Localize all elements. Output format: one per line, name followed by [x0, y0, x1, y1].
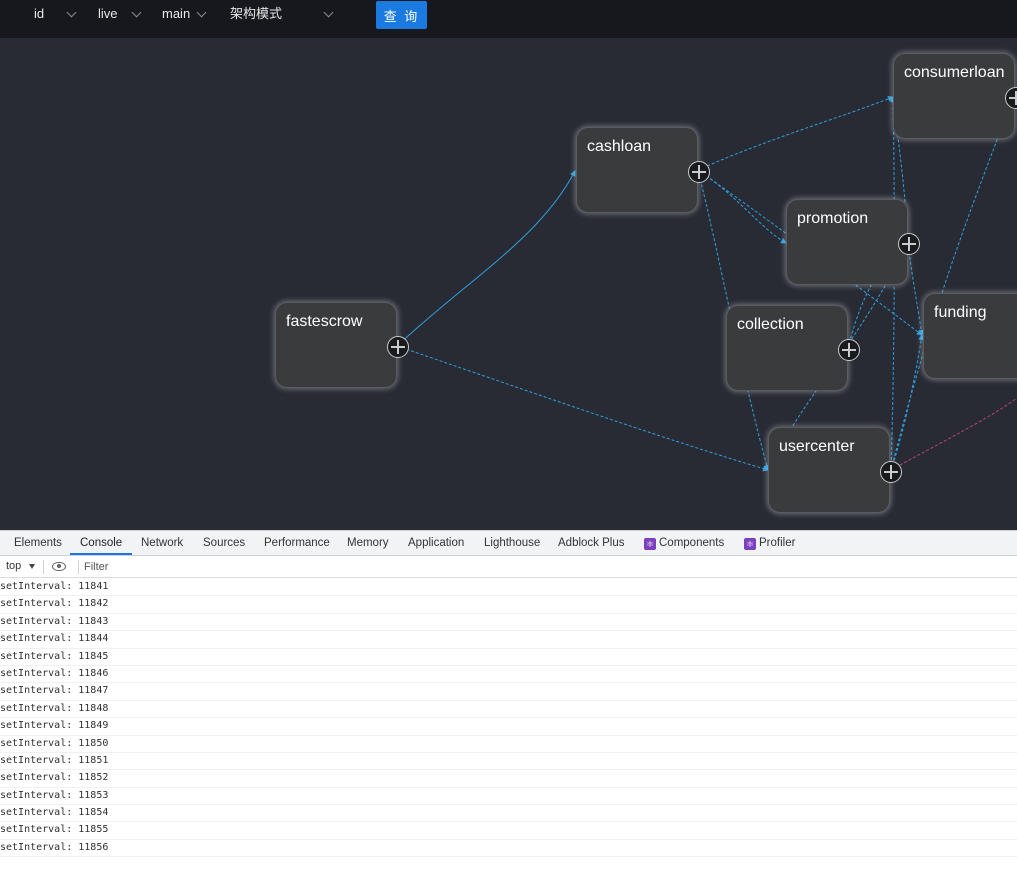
- tab-elements[interactable]: Elements: [14, 531, 62, 555]
- console-message: setInterval: 11851: [0, 753, 1017, 771]
- node-cashloan[interactable]: cashloan: [576, 127, 710, 213]
- console-message: setInterval: 11849: [0, 718, 1017, 736]
- devtools-panel: Elements Console Network Sources Perform…: [0, 530, 1017, 870]
- divider: [78, 560, 79, 574]
- console-filter-input[interactable]: [84, 558, 684, 576]
- tab-profiler[interactable]: ⚛ Profiler: [744, 531, 795, 555]
- mode-select-value: 架构模式: [230, 6, 283, 21]
- console-message: setInterval: 11848: [0, 701, 1017, 719]
- tab-lighthouse[interactable]: Lighthouse: [484, 531, 540, 555]
- console-message: setInterval: 11843: [0, 614, 1017, 632]
- node-label: fastescrow: [286, 313, 363, 330]
- tab-network[interactable]: Network: [141, 531, 183, 555]
- react-icon: ⚛: [644, 538, 656, 550]
- edge-cashloan-promotion: [697, 169, 787, 244]
- node-consumerloan[interactable]: consumerloan: [893, 53, 1017, 139]
- node-label: funding: [934, 304, 987, 321]
- add-port-icon[interactable]: [898, 233, 920, 255]
- branch-select[interactable]: main: [162, 0, 212, 30]
- node-promotion[interactable]: promotion: [786, 199, 920, 285]
- chevron-down-icon: [131, 7, 142, 18]
- query-button[interactable]: 查 询: [376, 1, 427, 29]
- node-label: cashloan: [587, 138, 652, 155]
- edge-promotion-funding: [907, 241, 925, 336]
- edge-fastescrow-cashloan: [396, 170, 576, 347]
- tab-sources[interactable]: Sources: [203, 531, 245, 555]
- mode-select[interactable]: 架构模式: [230, 0, 340, 30]
- add-port-icon[interactable]: [880, 461, 902, 483]
- id-select[interactable]: id: [34, 0, 84, 30]
- add-port-icon[interactable]: [1005, 87, 1017, 109]
- tab-adblock-plus[interactable]: Adblock Plus: [558, 531, 624, 555]
- react-icon: ⚛: [744, 538, 756, 550]
- caret-down-icon: [29, 564, 35, 569]
- eye-icon[interactable]: [52, 562, 66, 571]
- env-select-value: live: [98, 6, 118, 21]
- console-message: setInterval: 11852: [0, 770, 1017, 788]
- env-select[interactable]: live: [98, 0, 146, 30]
- add-port-icon[interactable]: [387, 336, 409, 358]
- console-message: setInterval: 11854: [0, 805, 1017, 823]
- console-message: setInterval: 11842: [0, 596, 1017, 614]
- add-port-icon[interactable]: [838, 339, 860, 361]
- node-label: promotion: [797, 210, 869, 227]
- chevron-down-icon: [323, 7, 334, 18]
- edge-consumerloan-usercenter: [890, 96, 1014, 471]
- console-message: setInterval: 11844: [0, 631, 1017, 649]
- console-message: setInterval: 11850: [0, 736, 1017, 753]
- graph-canvas[interactable]: fastescrow cashloan consumerloan promoti…: [0, 38, 1017, 530]
- chevron-down-icon: [196, 7, 207, 18]
- node-label: collection: [737, 316, 804, 333]
- console-message: setInterval: 11847: [0, 683, 1017, 701]
- tab-profiler-label: Profiler: [759, 537, 796, 549]
- console-filterbar: top: [0, 556, 1017, 578]
- divider: [43, 560, 44, 574]
- console-log: setInterval: 11841 setInterval: 11842 setI…: [0, 579, 1017, 858]
- console-message: setInterval: 11856: [0, 840, 1017, 858]
- edge-usercenter-funding: [890, 334, 925, 471]
- node-funding[interactable]: funding: [923, 293, 1017, 379]
- branch-select-value: main: [162, 6, 191, 21]
- console-message: setInterval: 11855: [0, 822, 1017, 840]
- node-usercenter[interactable]: usercenter: [768, 427, 902, 513]
- toolbar: id live main 架构模式 查 询: [0, 0, 1017, 38]
- edge-fastescrow-usercenter: [396, 345, 769, 472]
- edge-usercenter-offscreen: [890, 397, 1017, 471]
- id-select-value: id: [34, 6, 45, 21]
- console-message: setInterval: 11846: [0, 666, 1017, 684]
- context-selector[interactable]: top: [6, 560, 21, 572]
- devtools-tabbar: Elements Console Network Sources Perform…: [0, 531, 1017, 556]
- node-collection[interactable]: collection: [726, 305, 860, 391]
- console-message: setInterval: 11841: [0, 579, 1017, 597]
- tab-performance[interactable]: Performance: [264, 531, 330, 555]
- tab-components-label: Components: [659, 537, 725, 549]
- add-port-icon[interactable]: [688, 161, 710, 183]
- chevron-down-icon: [66, 7, 77, 18]
- node-label: consumerloan: [904, 64, 1005, 81]
- console-message: setInterval: 11853: [0, 788, 1017, 806]
- tab-application[interactable]: Application: [408, 531, 464, 555]
- console-message: setInterval: 11845: [0, 649, 1017, 666]
- node-fastescrow[interactable]: fastescrow: [275, 302, 409, 388]
- edge-cashloan-consumerloan: [697, 96, 894, 171]
- tab-memory[interactable]: Memory: [347, 531, 389, 555]
- tab-components[interactable]: ⚛ Components: [644, 531, 724, 555]
- node-label: usercenter: [779, 438, 855, 455]
- tab-console[interactable]: Console: [70, 531, 133, 555]
